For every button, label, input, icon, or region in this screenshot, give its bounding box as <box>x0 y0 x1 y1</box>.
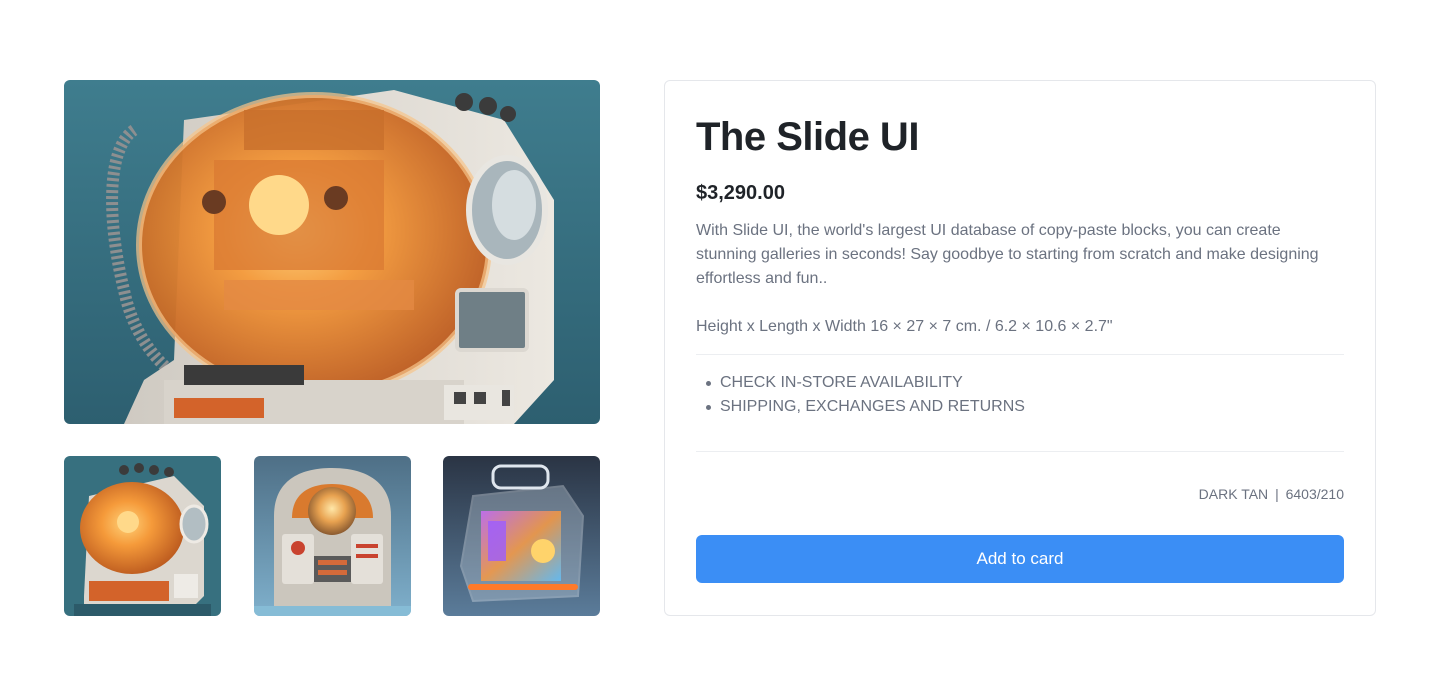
sku-separator: | <box>1275 486 1279 502</box>
thumbnail-list <box>64 456 600 616</box>
color-name: DARK TAN <box>1198 486 1269 502</box>
shipping-returns-link[interactable]: SHIPPING, EXCHANGES AND RETURNS <box>706 395 1344 419</box>
product-description: With Slide UI, the world's largest UI da… <box>696 222 1319 287</box>
shipping-returns-label: SHIPPING, EXCHANGES AND RETURNS <box>720 398 1025 415</box>
thumbnail-1[interactable] <box>64 456 221 616</box>
orange-retro-machine-image <box>64 80 600 424</box>
product-price: $3,290.00 <box>696 182 785 204</box>
divider <box>696 451 1344 452</box>
bullet-icon <box>706 380 711 386</box>
product-title: The Slide UI <box>696 115 919 159</box>
add-to-cart-button[interactable]: Add to card <box>696 535 1344 583</box>
check-availability-link[interactable]: CHECK IN-STORE AVAILABILITY <box>706 371 1344 395</box>
product-page: The Slide UI $3,290.00 With Slide UI, th… <box>0 0 1440 696</box>
thumbnail-3[interactable] <box>443 456 600 616</box>
sku-code: 6403/210 <box>1285 486 1344 502</box>
product-sku: DARK TAN | 6403/210 <box>696 484 1344 504</box>
product-gallery <box>64 80 600 616</box>
product-dimensions: Height x Length x Width 16 × 27 × 7 cm. … <box>696 318 1113 335</box>
retro-console-machine-thumb <box>253 456 411 616</box>
product-links: CHECK IN-STORE AVAILABILITY SHIPPING, EX… <box>696 371 1344 451</box>
check-availability-label: CHECK IN-STORE AVAILABILITY <box>720 374 963 391</box>
thumbnail-2[interactable] <box>253 456 411 616</box>
product-info-card: The Slide UI $3,290.00 With Slide UI, th… <box>664 80 1376 616</box>
main-product-image <box>64 80 600 424</box>
orange-retro-machine-thumb <box>64 456 221 616</box>
divider <box>696 354 1344 355</box>
transparent-neon-machine-thumb <box>443 456 600 616</box>
bullet-icon <box>706 404 711 410</box>
